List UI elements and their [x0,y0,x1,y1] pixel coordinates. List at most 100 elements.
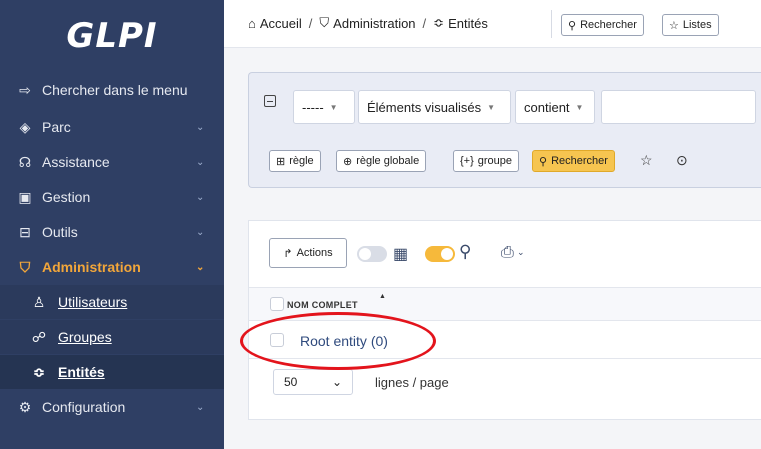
sidebar-subitem-utilisateurs[interactable]: ♙ Utilisateurs [0,285,224,319]
breadcrumb-current[interactable]: Entités [448,16,488,31]
sidebar-subitem-label: Groupes [58,329,112,345]
chevron-down-icon[interactable]: ⌄ [517,247,525,258]
caret-down-icon: ▼ [329,102,338,112]
wallet-icon: ▣ [18,188,32,205]
header-lists-label: Listes [682,19,712,31]
users-icon: ☍ [31,328,47,345]
criteria-link-value: ----- [302,99,324,115]
chevron-down-icon: ⌄ [196,156,205,168]
sidebar-item-label: Configuration [42,399,126,415]
home-icon: ⌂ [248,15,256,31]
toggle-knob [441,248,453,260]
caret-down-icon: ▼ [487,102,496,112]
breadcrumb: ⌂ Accueil / ⛉ Administration / ≎ Entités [248,15,488,31]
star-icon[interactable]: ☆ [640,152,653,169]
breadcrumb-home[interactable]: Accueil [260,16,302,31]
header-search-label: Rechercher [580,19,637,31]
criteria-value-input[interactable] [601,90,756,124]
add-square-icon: ⊞ [276,155,286,168]
sidebar-subitem-label: Utilisateurs [58,294,128,310]
sidebar-item-search-menu[interactable]: ⇨ Chercher dans le menu [0,73,224,107]
caret-down-icon: ▼ [575,102,584,112]
select-all-checkbox[interactable] [270,297,284,311]
criteria-field-select[interactable]: Éléments visualisés ▼ [358,90,511,124]
top-header: ⌂ Accueil / ⛉ Administration / ≎ Entités… [224,0,761,48]
gear-icon: ⚙ [18,398,32,415]
add-global-rule-button[interactable]: ⊕ règle globale [336,150,427,172]
sidebar-item-label: Assistance [42,154,110,170]
star-icon: ☆ [669,19,679,32]
sidebar: GLPI ⇨ Chercher dans le menu ◈ Parc ⌄ ☊ … [0,0,224,449]
shield-icon: ⛉ [19,258,31,275]
search-submit-button[interactable]: ⚲ Rechercher [532,150,615,172]
circle-plus-icon: ⊕ [343,155,353,168]
collapse-criteria-icon[interactable] [264,95,276,107]
headset-icon: ☊ [18,153,32,170]
actions-label: Actions [296,247,333,259]
briefcase-icon: ⊟ [19,223,31,240]
sidebar-item-assistance[interactable]: ☊ Assistance ⌄ [0,145,224,179]
criteria-field-value: Éléments visualisés [367,99,482,115]
chevron-down-icon: ⌄ [196,261,205,273]
sidebar-item-configuration[interactable]: ⚙ Configuration ⌄ [0,390,224,424]
page-size-select[interactable]: 50 ⌄ [273,369,353,395]
trash-toggle[interactable] [357,246,387,262]
add-rule-label: règle [289,155,314,167]
stack-icon: ≎ [33,363,45,380]
actions-button[interactable]: ↱ Actions [269,238,347,268]
highlight-ellipse [240,312,436,370]
breadcrumb-admin[interactable]: Administration [333,16,415,31]
chevron-down-icon: ⌄ [196,191,205,203]
chevron-down-icon: ⌄ [196,401,205,413]
header-lists-button[interactable]: ☆ Listes [662,14,719,36]
criteria-operator-select[interactable]: contient ▼ [515,90,595,124]
search-icon: ⚲ [568,19,577,32]
search-criteria-panel: ----- ▼ Éléments visualisés ▼ contient ▼… [248,72,761,188]
sidebar-subitem-groupes[interactable]: ☍ Groupes [0,320,224,354]
reset-circle-icon[interactable]: ⊙ [676,152,688,169]
header-search-button[interactable]: ⚲ Rechercher [561,14,644,36]
header-divider [551,10,552,38]
sidebar-subitem-label: Entités [58,364,105,380]
sidebar-item-label: Chercher dans le menu [42,82,188,98]
stack-icon: ≎ [433,15,445,30]
sidebar-item-parc[interactable]: ◈ Parc ⌄ [0,110,224,144]
arrow-right-icon: ⇨ [19,81,31,98]
sort-asc-icon: ▲ [379,293,386,300]
glpi-logo[interactable]: GLPI [0,0,224,72]
chevron-down-icon: ⌄ [331,375,342,389]
sidebar-subitem-entites[interactable]: ≎ Entités [0,355,224,389]
search-submit-label: Rechercher [551,155,608,167]
column-header-full-name[interactable]: NOM COMPLET [287,300,358,310]
map-icon[interactable]: ▦ [393,244,408,264]
add-group-label: groupe [477,155,513,167]
corner-arrow-icon: ↱ [283,247,293,260]
sidebar-item-label: Administration [42,259,141,275]
filter-search-icon: ⚲ [539,155,548,168]
chevron-down-icon: ⌄ [196,121,205,133]
page-size-label: lignes / page [375,375,449,390]
sidebar-item-gestion[interactable]: ▣ Gestion ⌄ [0,180,224,214]
export-file-icon[interactable]: ⎙ [501,244,514,262]
logo-text: GLPI [66,16,158,56]
user-icon: ♙ [32,293,46,310]
breadcrumb-separator: / [308,15,313,31]
brace-icon: {+} [460,155,474,167]
cube-icon: ◈ [19,118,31,135]
sidebar-item-outils[interactable]: ⊟ Outils ⌄ [0,215,224,249]
page-size-value: 50 [284,375,298,389]
chevron-down-icon: ⌄ [196,226,205,238]
add-global-rule-label: règle globale [356,155,420,167]
sidebar-item-label: Gestion [42,189,91,205]
add-group-button[interactable]: {+} groupe [453,150,520,172]
sidebar-item-label: Outils [42,224,78,240]
search-icon[interactable]: ⚲ [459,242,471,262]
criteria-link-select[interactable]: ----- ▼ [293,90,355,124]
add-rule-button[interactable]: ⊞ règle [269,150,321,172]
sidebar-item-label: Parc [42,119,71,135]
criteria-operator-value: contient [524,99,570,115]
shield-icon: ⛉ [319,15,330,30]
search-toggle[interactable] [425,246,455,262]
sidebar-item-administration[interactable]: ⛉ Administration ⌄ [0,250,224,284]
breadcrumb-separator: / [422,15,427,31]
